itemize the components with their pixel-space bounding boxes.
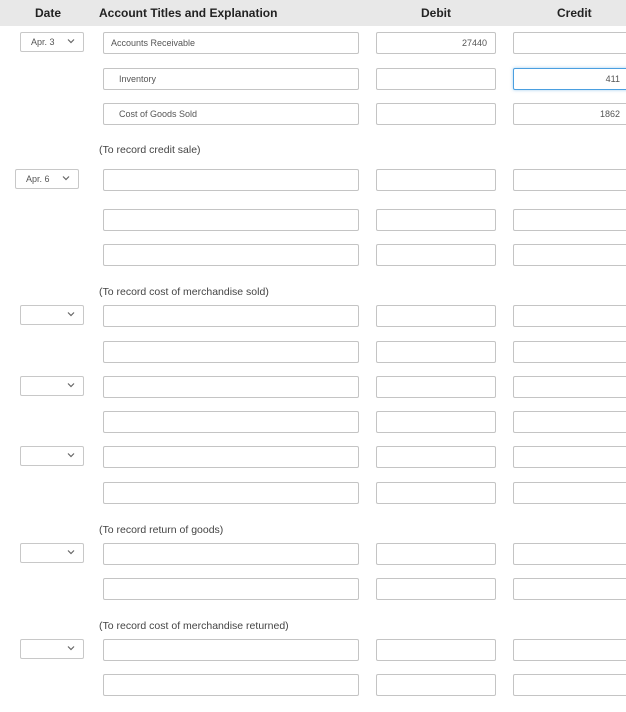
account-title-input[interactable]	[103, 446, 359, 468]
debit-input[interactable]	[376, 244, 496, 266]
account-title-input[interactable]	[103, 639, 359, 661]
account-title-input[interactable]	[103, 244, 359, 266]
credit-input[interactable]	[513, 376, 626, 398]
debit-input[interactable]: 27440	[376, 32, 496, 54]
account-title-input[interactable]: Cost of Goods Sold	[103, 103, 359, 125]
debit-input[interactable]	[376, 482, 496, 504]
debit-input[interactable]	[376, 341, 496, 363]
debit-input[interactable]	[376, 578, 496, 600]
account-title-input[interactable]	[103, 578, 359, 600]
debit-input[interactable]	[376, 103, 496, 125]
credit-input[interactable]	[513, 305, 626, 327]
credit-input[interactable]	[513, 578, 626, 600]
debit-input[interactable]	[376, 305, 496, 327]
account-title-input[interactable]: Accounts Receivable	[103, 32, 359, 54]
date-select[interactable]: Apr. 3	[20, 32, 84, 52]
debit-input[interactable]	[376, 674, 496, 696]
chevron-down-icon	[67, 383, 75, 388]
debit-input[interactable]	[376, 68, 496, 90]
date-value: Apr. 3	[31, 37, 55, 47]
account-title-input[interactable]	[103, 376, 359, 398]
debit-input[interactable]	[376, 169, 496, 191]
credit-input[interactable]	[513, 411, 626, 433]
credit-input[interactable]	[513, 209, 626, 231]
credit-input[interactable]	[513, 341, 626, 363]
date-select[interactable]	[20, 305, 84, 325]
account-title-input[interactable]	[103, 411, 359, 433]
chevron-down-icon	[67, 550, 75, 555]
credit-input[interactable]	[513, 32, 626, 54]
date-select[interactable]	[20, 376, 84, 396]
credit-input[interactable]	[513, 169, 626, 191]
entry-explanation: (To record credit sale)	[99, 144, 201, 156]
credit-value: 1862	[599, 109, 620, 119]
credit-input[interactable]	[513, 244, 626, 266]
account-title-input[interactable]	[103, 209, 359, 231]
debit-input[interactable]	[376, 446, 496, 468]
table-header: Date Account Titles and Explanation Debi…	[0, 0, 626, 26]
entry-explanation: (To record cost of merchandise returned)	[99, 620, 289, 632]
entry-explanation: (To record return of goods)	[99, 524, 224, 536]
date-value: Apr. 6	[26, 174, 50, 184]
header-credit: Credit	[557, 6, 592, 20]
header-date: Date	[35, 6, 62, 20]
credit-input[interactable]	[513, 674, 626, 696]
debit-input[interactable]	[376, 376, 496, 398]
chevron-down-icon	[67, 453, 75, 458]
account-title-value: Accounts Receivable	[111, 38, 196, 48]
chevron-down-icon	[62, 176, 70, 181]
debit-input[interactable]	[376, 411, 496, 433]
debit-value: 27440	[461, 38, 487, 48]
header-account: Account Titles and Explanation	[99, 6, 278, 20]
credit-input[interactable]: 411	[513, 68, 626, 90]
credit-input[interactable]	[513, 482, 626, 504]
chevron-down-icon	[67, 646, 75, 651]
entry-explanation: (To record cost of merchandise sold)	[99, 286, 269, 298]
credit-input[interactable]	[513, 446, 626, 468]
chevron-down-icon	[67, 39, 75, 44]
account-title-input[interactable]	[103, 305, 359, 327]
account-title-value: Cost of Goods Sold	[119, 109, 198, 119]
account-title-input[interactable]	[103, 543, 359, 565]
debit-input[interactable]	[376, 639, 496, 661]
credit-input[interactable]	[513, 543, 626, 565]
debit-input[interactable]	[376, 209, 496, 231]
header-debit: Debit	[421, 6, 451, 20]
date-select[interactable]	[20, 543, 84, 563]
account-title-value: Inventory	[119, 74, 157, 84]
credit-value: 411	[605, 74, 620, 84]
date-select[interactable]: Apr. 6	[15, 169, 79, 189]
chevron-down-icon	[67, 312, 75, 317]
account-title-input[interactable]: Inventory	[103, 68, 359, 90]
credit-input[interactable]	[513, 639, 626, 661]
account-title-input[interactable]	[103, 341, 359, 363]
debit-input[interactable]	[376, 543, 496, 565]
date-select[interactable]	[20, 639, 84, 659]
credit-input[interactable]: 1862	[513, 103, 626, 125]
account-title-input[interactable]	[103, 482, 359, 504]
account-title-input[interactable]	[103, 674, 359, 696]
date-select[interactable]	[20, 446, 84, 466]
account-title-input[interactable]	[103, 169, 359, 191]
